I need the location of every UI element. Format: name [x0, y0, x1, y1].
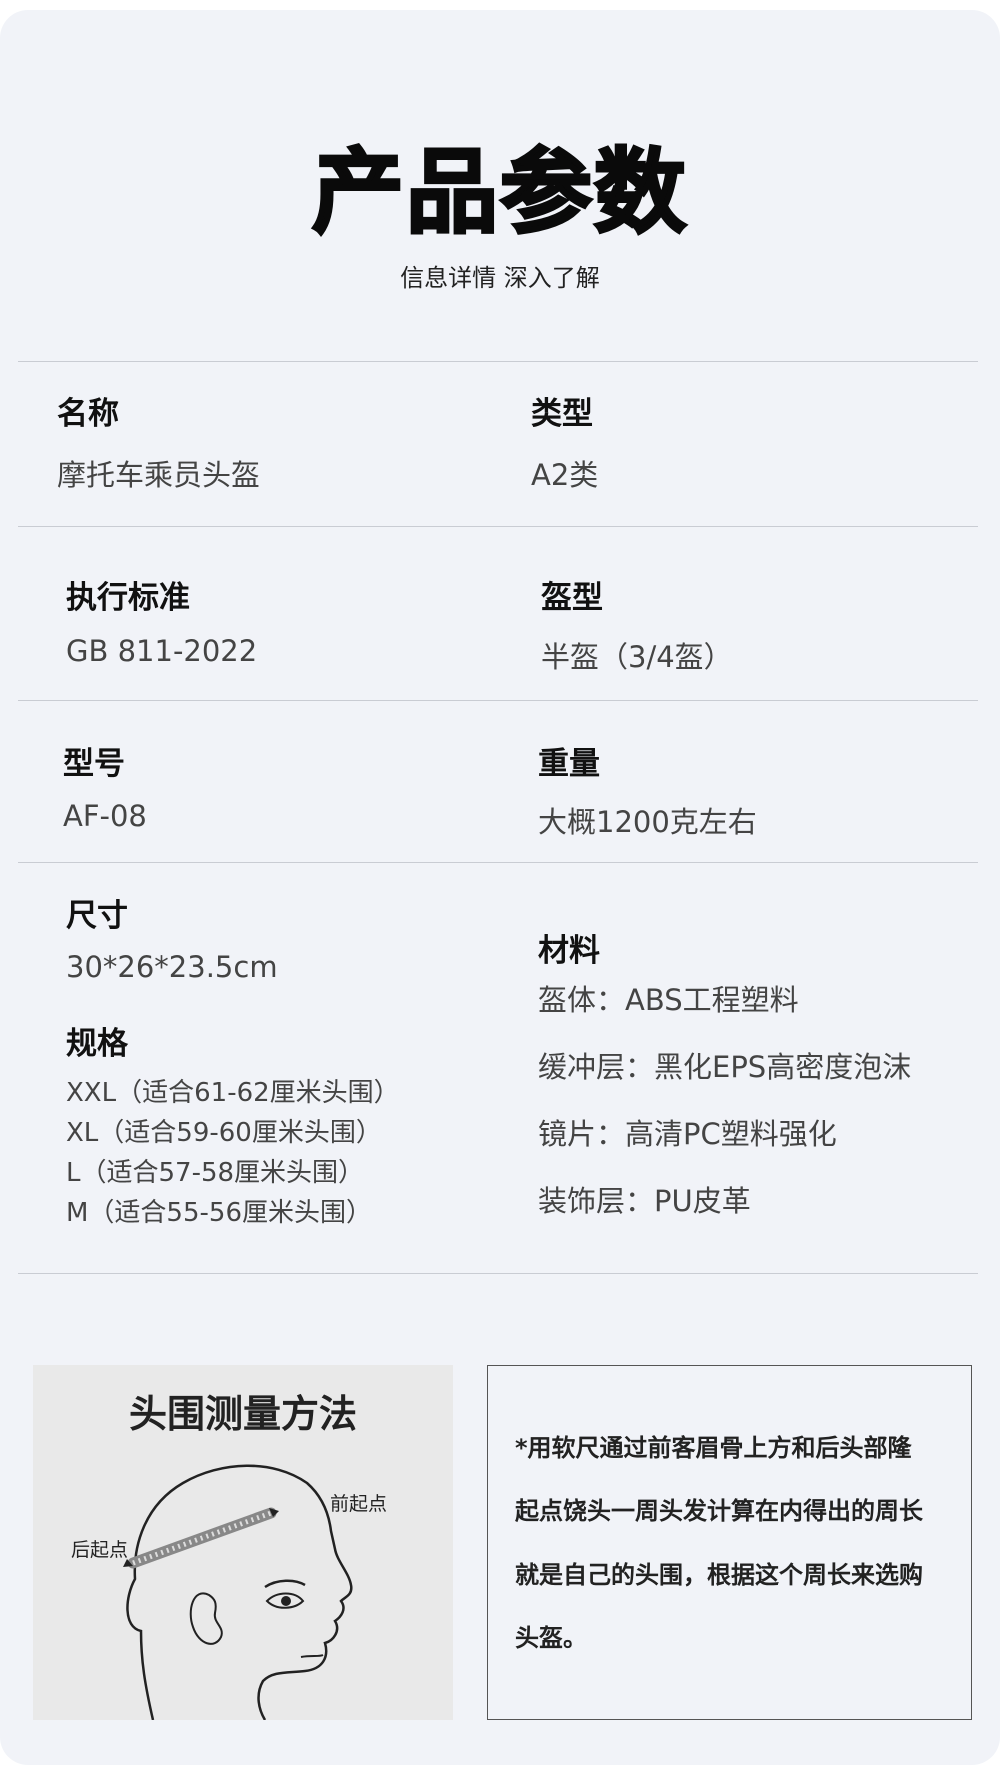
- material-item-shell: 盔体：ABS工程塑料: [538, 983, 799, 1017]
- divider: [18, 361, 978, 362]
- material-item-buffer: 缓冲层：黑化EPS高密度泡沫: [538, 1050, 912, 1084]
- note-line: 起点饶头一周头发计算在内得出的周长: [515, 1497, 923, 1525]
- note-line: *用软尺通过前客眉骨上方和后头部隆: [515, 1434, 912, 1462]
- spec-item-xl: XL（适合59-60厘米头围）: [66, 1118, 382, 1148]
- eye-pupil: [281, 1596, 291, 1606]
- name-label: 名称: [57, 396, 119, 432]
- standard-value: GB 811-2022: [66, 634, 258, 668]
- dimension-value: 30*26*23.5cm: [66, 950, 278, 984]
- weight-value: 大概1200克左右: [538, 805, 757, 839]
- material-item-lens: 镜片：高清PC塑料强化: [538, 1117, 837, 1151]
- page-title: 产品参数: [310, 138, 688, 248]
- material-label: 材料: [538, 933, 600, 969]
- spec-list: XXL（适合61-62厘米头围） XL（适合59-60厘米头围） L（适合57-…: [66, 1073, 400, 1233]
- divider: [18, 862, 978, 863]
- material-list: 盔体：ABS工程塑料 缓冲层：黑化EPS高密度泡沫 镜片：高清PC塑料强化 装饰…: [538, 978, 911, 1246]
- divider: [18, 526, 978, 527]
- material-item-decor: 装饰层：PU皮革: [538, 1184, 751, 1218]
- spec-item-m: M（适合55-56厘米头围）: [66, 1198, 372, 1228]
- model-label: 型号: [63, 746, 125, 782]
- back-point-label: 后起点: [71, 1539, 129, 1561]
- head-measure-guide: 头围测量方法 前起点 后起点: [33, 1365, 453, 1720]
- spec-item-l: L（适合57-58厘米头围）: [66, 1158, 365, 1188]
- type-value: A2类: [531, 458, 599, 492]
- weight-label: 重量: [538, 746, 600, 782]
- name-value: 摩托车乘员头盔: [57, 458, 261, 492]
- model-value: AF-08: [63, 799, 147, 833]
- measurement-note: *用软尺通过前客眉骨上方和后头部隆 起点饶头一周头发计算在内得出的周长 就是自己…: [487, 1365, 972, 1720]
- helmet-type-value: 半盔（3/4盔）: [541, 640, 733, 674]
- note-line: 头盔。: [515, 1624, 587, 1652]
- spec-item-xxl: XXL（适合61-62厘米头围）: [66, 1078, 400, 1108]
- standard-label: 执行标准: [66, 580, 190, 616]
- dimension-label: 尺寸: [66, 898, 128, 934]
- helmet-type-label: 盔型: [541, 580, 603, 616]
- type-label: 类型: [531, 396, 593, 432]
- note-line: 就是自己的头围，根据这个周长来选购: [515, 1561, 923, 1589]
- divider: [18, 700, 978, 701]
- spec-label: 规格: [66, 1026, 128, 1062]
- front-point-label: 前起点: [330, 1493, 388, 1515]
- page-subtitle: 信息详情 深入了解: [400, 264, 600, 292]
- divider: [18, 1273, 978, 1274]
